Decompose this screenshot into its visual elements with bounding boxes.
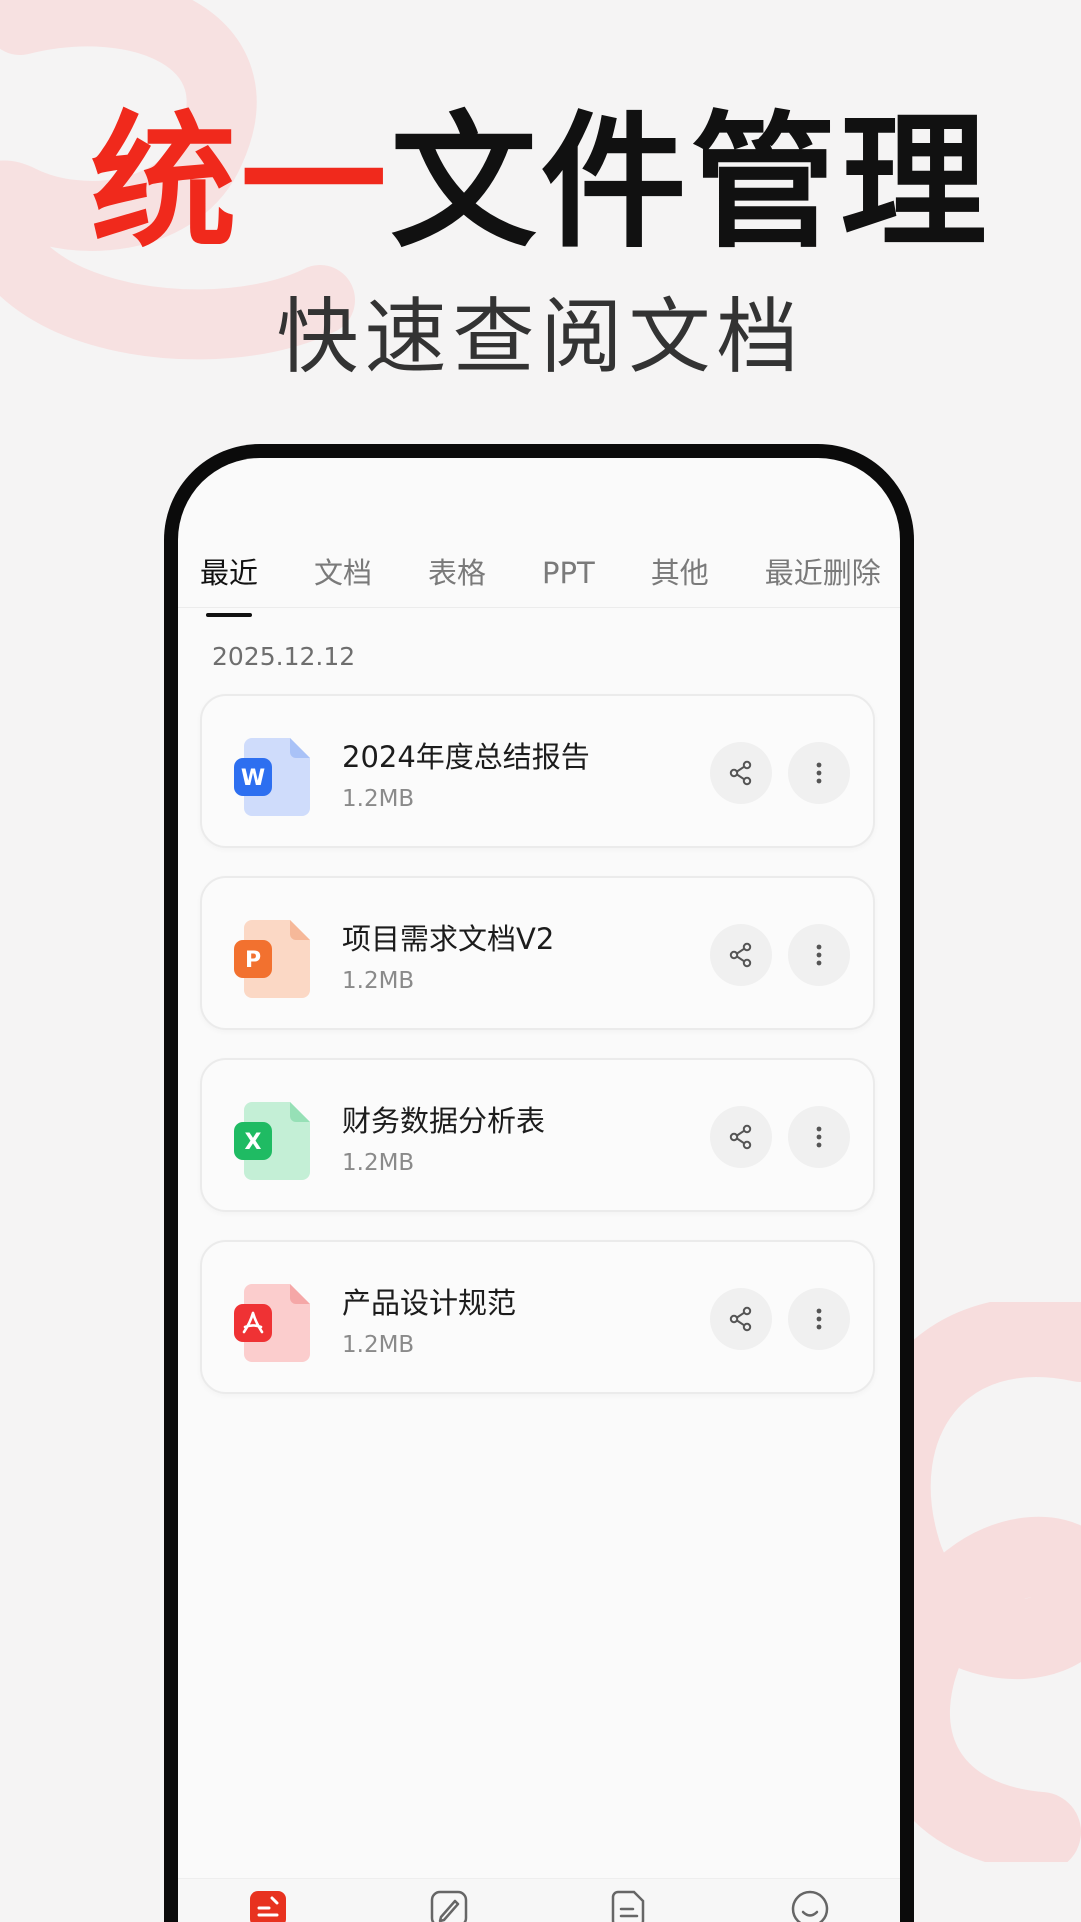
file-name: 产品设计规范 <box>342 1286 517 1320</box>
share-icon <box>729 1124 752 1150</box>
file-size: 1.2MB <box>342 1332 415 1358</box>
file-card[interactable]: X 财务数据分析表 1.2MB <box>200 1058 875 1212</box>
more-vertical-icon <box>816 762 822 784</box>
more-vertical-icon <box>816 1126 822 1148</box>
hero-subtitle: 快速查阅文档 <box>276 290 805 385</box>
word-file-icon: W <box>234 738 310 816</box>
share-button[interactable] <box>710 1288 772 1350</box>
pdf-file-icon <box>234 1284 310 1362</box>
nav-item-templates[interactable]: 模版 <box>569 1889 689 1922</box>
tab-sheets[interactable]: 表格 <box>428 553 486 593</box>
svg-text:X: X <box>245 1130 262 1155</box>
nav-item-profile[interactable]: 我的 <box>750 1889 870 1922</box>
more-button[interactable] <box>788 924 850 986</box>
ppt-file-icon: P <box>234 920 310 998</box>
nav-item-edit[interactable]: 编辑 <box>389 1889 509 1922</box>
excel-file-icon: X <box>234 1102 310 1180</box>
file-size: 1.2MB <box>342 968 415 994</box>
file-card[interactable]: P 项目需求文档V2 1.2MB <box>200 876 875 1030</box>
phone-mockup: 最近 文档 表格 PPT 其他 最近删除 2025.12.12 W 2024年度… <box>164 444 914 1922</box>
file-name: 项目需求文档V2 <box>342 922 555 956</box>
tab-documents[interactable]: 文档 <box>314 553 372 593</box>
more-button[interactable] <box>788 742 850 804</box>
file-card[interactable]: W 2024年度总结报告 1.2MB <box>200 694 875 848</box>
template-icon <box>612 1890 645 1922</box>
document-icon <box>250 1891 287 1922</box>
share-button[interactable] <box>710 924 772 986</box>
more-vertical-icon <box>816 1308 822 1330</box>
svg-text:P: P <box>245 948 261 973</box>
share-icon <box>729 760 752 786</box>
tab-ppt[interactable]: PPT <box>542 553 595 593</box>
more-vertical-icon <box>816 944 822 966</box>
file-name: 2024年度总结报告 <box>342 740 590 774</box>
share-icon <box>729 1306 752 1332</box>
file-size: 1.2MB <box>342 1150 415 1176</box>
file-size: 1.2MB <box>342 786 415 812</box>
share-button[interactable] <box>710 1106 772 1168</box>
file-name: 财务数据分析表 <box>342 1104 546 1138</box>
file-card[interactable]: 产品设计规范 1.2MB <box>200 1240 875 1394</box>
share-icon <box>729 942 752 968</box>
share-button[interactable] <box>710 742 772 804</box>
svg-text:W: W <box>241 766 265 791</box>
hero-title-accent: 统一 <box>90 98 391 268</box>
hero-title: 统一文件管理 <box>0 108 1081 258</box>
more-button[interactable] <box>788 1106 850 1168</box>
date-header: 2025.12.12 <box>212 642 356 671</box>
tab-recently-deleted[interactable]: 最近删除 <box>765 553 881 593</box>
nav-item-documents[interactable]: 文档 <box>208 1889 328 1922</box>
profile-icon <box>791 1890 828 1922</box>
tab-other[interactable]: 其他 <box>651 553 709 593</box>
file-list: W 2024年度总结报告 1.2MB P 项目需求文档V2 1.2MB X 财务… <box>200 694 875 1422</box>
category-tabs: 最近 文档 表格 PPT 其他 最近删除 <box>178 538 900 617</box>
edit-icon <box>430 1890 467 1922</box>
hero-title-rest: 文件管理 <box>390 98 991 268</box>
more-button[interactable] <box>788 1288 850 1350</box>
tab-recent[interactable]: 最近 <box>200 553 258 617</box>
bottom-navigation: 文档 编辑 模版 我的 <box>178 1878 900 1922</box>
